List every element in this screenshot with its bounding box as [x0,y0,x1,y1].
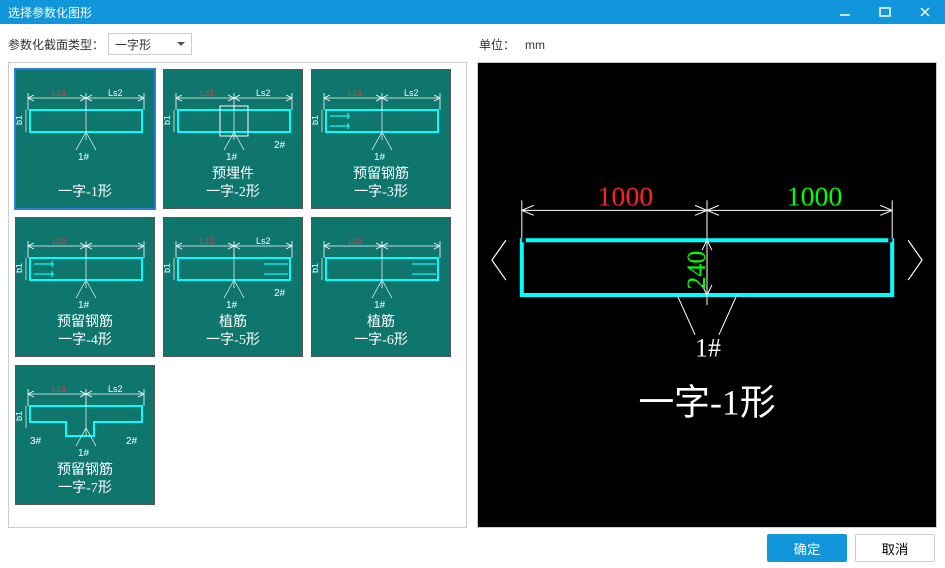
shape-tile-t3[interactable]: Ls1 Ls2 b1 1# 预留钢筋 一字-3形 [311,69,451,209]
svg-text:Ls1: Ls1 [52,88,67,98]
tile-caption: 预留钢筋 一字-3形 [312,166,450,202]
svg-text:1#: 1# [374,152,386,163]
svg-text:Ls1: Ls1 [52,384,67,394]
unit-value: mm [525,38,545,52]
unit-label: 单位： [479,38,515,52]
type-select[interactable]: 一字形 [108,33,192,55]
svg-text:一字-1形: 一字-1形 [638,382,775,422]
svg-text:Ls1: Ls1 [348,88,363,98]
maximize-button[interactable] [865,0,905,24]
svg-text:Ls1: Ls1 [200,236,215,246]
svg-text:1#: 1# [374,300,386,311]
svg-text:1#: 1# [78,300,90,311]
shape-tile-t2[interactable]: Ls1 Ls2 b1 1# 2# 预埋件 一字-2形 [163,69,303,209]
svg-text:1000: 1000 [597,181,653,212]
tile-caption: 植筋 一字-5形 [164,314,302,350]
svg-text:1#: 1# [226,152,238,163]
svg-text:1#: 1# [226,300,238,311]
svg-text:b1: b1 [312,263,320,273]
shape-tile-t4[interactable]: Ls1 b1 1# 预留钢筋 一字-4形 [15,217,155,357]
svg-text:240: 240 [682,251,711,290]
svg-text:2#: 2# [274,288,286,299]
svg-text:1#: 1# [695,334,721,363]
svg-text:b1: b1 [16,411,24,421]
svg-text:Ls2: Ls2 [108,88,123,98]
svg-text:b1: b1 [164,115,172,125]
ok-button[interactable]: 确定 [767,534,847,562]
titlebar: 选择参数化图形 [0,0,945,24]
type-select-value: 一字形 [115,36,151,53]
svg-text:b1: b1 [16,263,24,273]
footer: 确定 取消 [0,528,945,568]
svg-text:Ls2: Ls2 [256,236,271,246]
tile-caption: 预留钢筋 一字-4形 [16,314,154,350]
minimize-button[interactable] [825,0,865,24]
tile-caption: 植筋 一字-6形 [312,314,450,350]
svg-text:1#: 1# [78,448,90,459]
svg-text:Ls1: Ls1 [52,236,67,246]
svg-text:1#: 1# [78,152,90,163]
svg-text:b1: b1 [164,263,172,273]
tile-caption: 预埋件 一字-2形 [164,166,302,202]
thumbnail-panel: Ls1Ls2b11#一字-1形Ls1Ls2b11#2#预埋件 一字-2形Ls1L… [8,62,467,528]
shape-tile-t7[interactable]: Ls1 Ls2 b1 1# 2# 3# 预留钢筋 一字-7形 [15,365,155,505]
svg-text:2#: 2# [126,436,138,447]
svg-text:3#: 3# [30,436,42,447]
svg-text:Ls2: Ls2 [108,384,123,394]
svg-text:b1: b1 [16,115,24,125]
cancel-button[interactable]: 取消 [855,534,935,562]
svg-text:Ls2: Ls2 [404,88,419,98]
svg-text:Ls1: Ls1 [200,88,215,98]
type-label: 参数化截面类型： [8,36,104,53]
close-button[interactable] [905,0,945,24]
shape-tile-t5[interactable]: Ls1 Ls2 b1 1# 2# 植筋 一字-5形 [163,217,303,357]
preview-panel: 1000 1000 240 1# 一字-1形 [477,62,937,528]
shape-tile-t6[interactable]: Ls1 b1 1# 植筋 一字-6形 [311,217,451,357]
svg-text:Ls2: Ls2 [256,88,271,98]
shape-tile-t1[interactable]: Ls1 Ls2 b1 1# 一字-1形 [15,69,155,209]
toolbar: 参数化截面类型： 一字形 单位： mm [0,24,945,56]
svg-text:1000: 1000 [787,181,843,212]
svg-text:b1: b1 [312,115,320,125]
svg-text:Ls1: Ls1 [348,236,363,246]
tile-caption: 一字-1形 [16,184,154,202]
tile-caption: 预留钢筋 一字-7形 [16,462,154,498]
svg-text:2#: 2# [274,140,286,151]
window-title: 选择参数化图形 [8,4,92,21]
